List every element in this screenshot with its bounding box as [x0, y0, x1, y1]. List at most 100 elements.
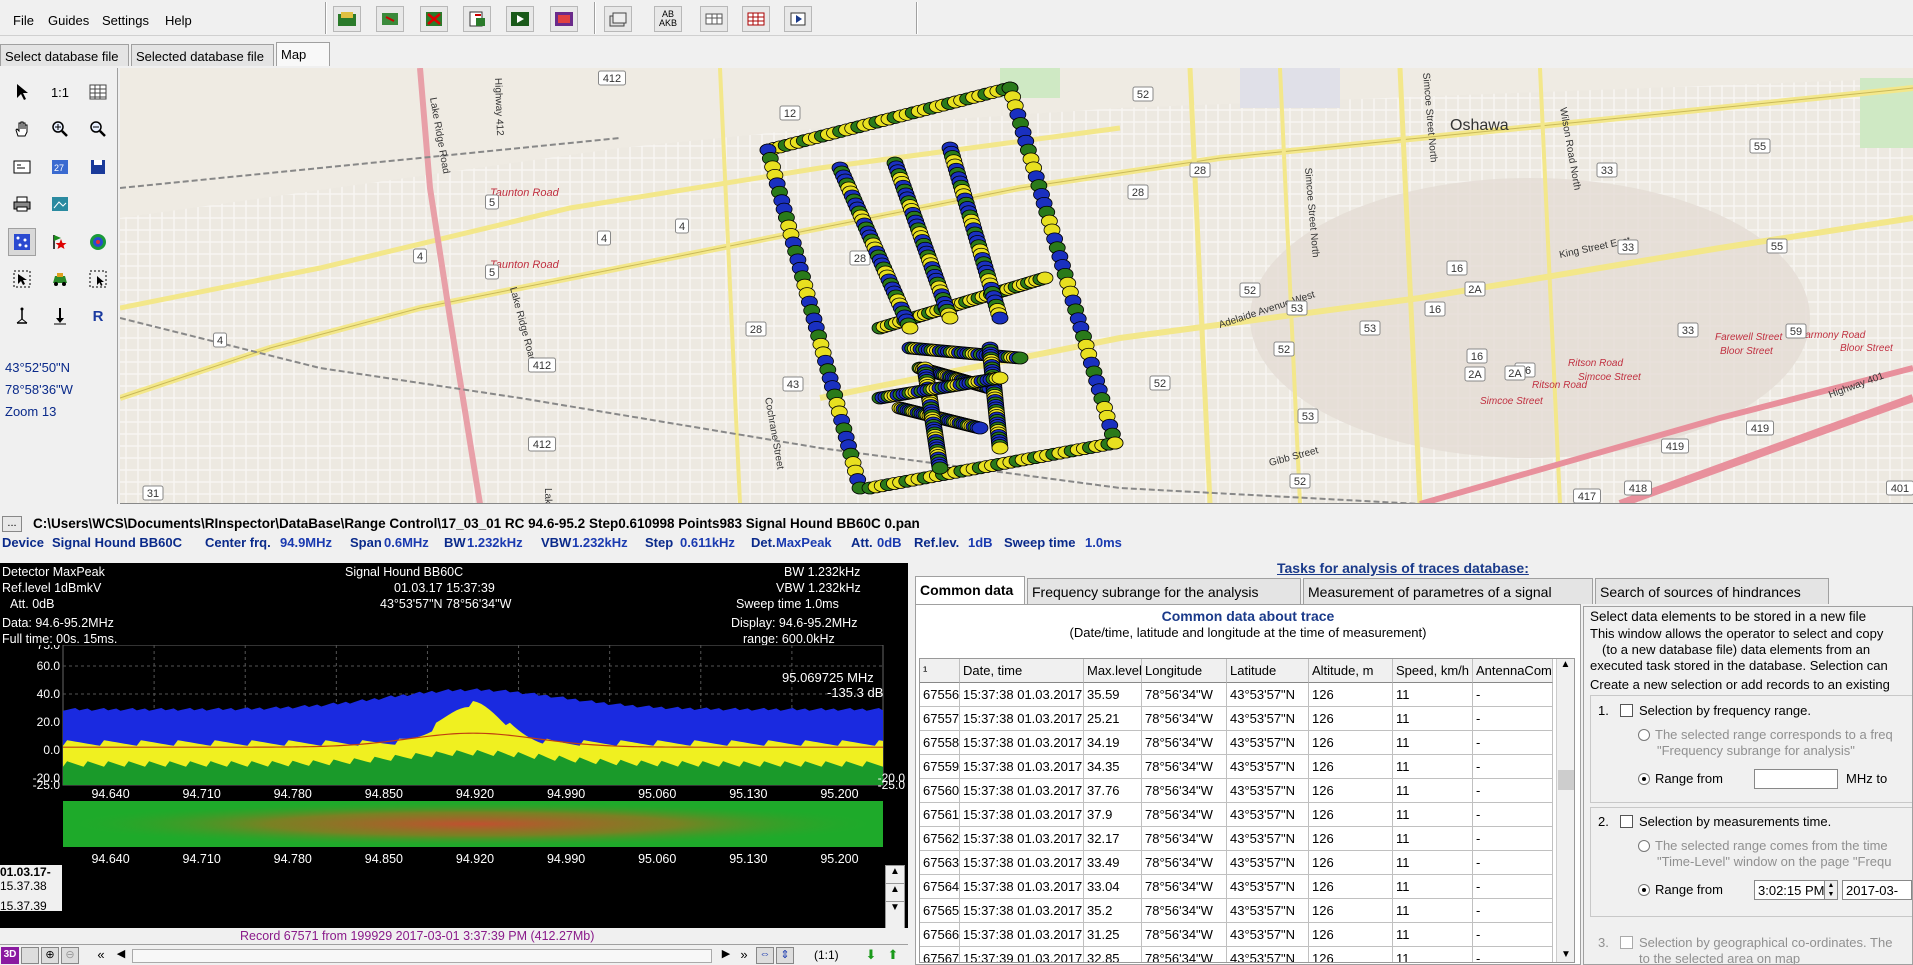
freq-from-input[interactable]	[1754, 769, 1838, 789]
pointer-icon[interactable]	[8, 78, 36, 106]
menu-guides[interactable]: Guides	[48, 13, 89, 28]
table-cell[interactable]: 11	[1393, 779, 1473, 803]
r-tool-button[interactable]: R	[84, 302, 112, 330]
table-cell[interactable]: 11	[1393, 899, 1473, 923]
freq-option-a[interactable]: The selected range corresponds to a freq	[1638, 727, 1893, 742]
table-cell[interactable]: 25.21	[1084, 707, 1142, 731]
table-cell[interactable]: 11	[1393, 875, 1473, 899]
select-arrow-icon[interactable]	[8, 265, 36, 293]
table-cell[interactable]: 11	[1393, 923, 1473, 947]
time-spinner-icon[interactable]: ▲ ▼	[1824, 881, 1837, 899]
fit-both-icon[interactable]: ⇕	[776, 947, 794, 964]
geo-checkbox[interactable]	[1620, 936, 1633, 949]
map-extent-icon[interactable]	[8, 153, 36, 181]
area-select-icon[interactable]	[84, 265, 112, 293]
frequency-selection-option[interactable]: Selection by frequency range.	[1620, 703, 1811, 718]
table-cell[interactable]: 43°53'57"N	[1227, 827, 1309, 851]
bearing-icon[interactable]	[46, 302, 74, 330]
table-cell[interactable]: 11	[1393, 755, 1473, 779]
record-slider[interactable]	[132, 949, 712, 963]
scroll-top-icon[interactable]: ▲	[886, 884, 904, 902]
table-icon[interactable]	[700, 6, 728, 32]
marker-star-icon[interactable]	[46, 228, 74, 256]
table-cell[interactable]: 78°56'34"W	[1142, 755, 1227, 779]
table-cell[interactable]: 43°53'57"N	[1227, 899, 1309, 923]
tab-measurement-parameters[interactable]: Measurement of parametres of a signal	[1303, 578, 1593, 604]
table-cell[interactable]: -	[1473, 755, 1553, 779]
run-step-icon[interactable]	[784, 6, 812, 32]
table-cell[interactable]: 43°53'57"N	[1227, 947, 1309, 962]
zoom-in-icon[interactable]	[46, 115, 74, 143]
table-scroll-down-icon[interactable]: ▼	[1557, 949, 1575, 960]
color-layer-icon[interactable]	[84, 228, 112, 256]
scale-1-1-button[interactable]: 1:1	[46, 78, 74, 106]
table-cell[interactable]: 37.76	[1084, 779, 1142, 803]
antenna-icon[interactable]	[8, 302, 36, 330]
delete-icon[interactable]	[420, 6, 448, 32]
table-cell[interactable]: -	[1473, 683, 1553, 707]
table-cell[interactable]: 126	[1309, 875, 1393, 899]
table-cell[interactable]: 35.59	[1084, 683, 1142, 707]
column-header[interactable]: ¹	[920, 659, 960, 683]
table-cell[interactable]: 43°53'57"N	[1227, 779, 1309, 803]
freq-option-b[interactable]: Range from	[1638, 771, 1723, 786]
zoom-icon[interactable]: ⊕	[41, 947, 59, 964]
spectrum-plot[interactable]: 75.060.040.020.00.0-20.0-25.0 -20.0-25.0 …	[0, 645, 908, 945]
tab-common-data[interactable]: Common data	[915, 576, 1025, 604]
table-cell[interactable]: 43°53'57"N	[1227, 923, 1309, 947]
table-cell[interactable]: 67561	[920, 803, 960, 827]
time-selection-option[interactable]: Selection by measurements time.	[1620, 814, 1831, 829]
table-cell[interactable]: 43°53'57"N	[1227, 731, 1309, 755]
table-cell[interactable]: 78°56'34"W	[1142, 803, 1227, 827]
table-cell[interactable]: 11	[1393, 947, 1473, 962]
column-header[interactable]: Max.level	[1084, 659, 1142, 683]
table-cell[interactable]: 43°53'57"N	[1227, 875, 1309, 899]
menu-settings[interactable]: Settings	[102, 13, 149, 28]
table-cell[interactable]: 67563	[920, 851, 960, 875]
table-cell[interactable]: 126	[1309, 779, 1393, 803]
table-cell[interactable]: 15:37:39 01.03.2017	[960, 947, 1084, 962]
table-cell[interactable]: 126	[1309, 827, 1393, 851]
table-cell[interactable]: 33.49	[1084, 851, 1142, 875]
table-cell[interactable]: 67560	[920, 779, 960, 803]
menu-file[interactable]: File	[13, 13, 34, 28]
table-cell[interactable]: 15:37:38 01.03.2017	[960, 923, 1084, 947]
time-checkbox[interactable]	[1620, 815, 1633, 828]
grid-chart-icon[interactable]	[742, 6, 770, 32]
table-cell[interactable]: -	[1473, 899, 1553, 923]
table-cell[interactable]: -	[1473, 707, 1553, 731]
tab-selected-database-file[interactable]: Selected database file	[131, 44, 274, 66]
table-cell[interactable]: 15:37:38 01.03.2017	[960, 683, 1084, 707]
table-cell[interactable]: 78°56'34"W	[1142, 827, 1227, 851]
column-header[interactable]: Longitude	[1142, 659, 1227, 683]
table-cell[interactable]: 11	[1393, 683, 1473, 707]
import-icon[interactable]	[376, 6, 404, 32]
tab-select-database-file[interactable]: Select database file	[0, 44, 129, 66]
map-properties-icon[interactable]: 27	[46, 153, 74, 181]
table-cell[interactable]: 78°56'34"W	[1142, 851, 1227, 875]
upload-icon[interactable]: ⬆	[884, 947, 902, 964]
table-cell[interactable]: 67562	[920, 827, 960, 851]
table-cell[interactable]: 33.04	[1084, 875, 1142, 899]
table-cell[interactable]: 78°56'34"W	[1142, 947, 1227, 962]
column-header[interactable]: Altitude, m	[1309, 659, 1393, 683]
print-icon[interactable]	[8, 190, 36, 218]
table-cell[interactable]: 11	[1393, 827, 1473, 851]
table-cell[interactable]: -	[1473, 851, 1553, 875]
table-scroll-thumb[interactable]	[1558, 770, 1574, 790]
minus-icon[interactable]: ⊖	[61, 947, 79, 964]
date-from-input[interactable]: 2017-03-	[1842, 880, 1912, 900]
pan-hand-icon[interactable]	[8, 115, 36, 143]
table-cell[interactable]: 78°56'34"W	[1142, 683, 1227, 707]
table-cell[interactable]: 126	[1309, 755, 1393, 779]
download-icon[interactable]: ⬇	[862, 947, 880, 964]
table-cell[interactable]: 15:37:38 01.03.2017	[960, 731, 1084, 755]
table-cell[interactable]: 15:37:38 01.03.2017	[960, 803, 1084, 827]
table-cell[interactable]: 67558	[920, 731, 960, 755]
scroll-up-icon[interactable]: ▲	[886, 866, 904, 884]
table-cell[interactable]: 11	[1393, 803, 1473, 827]
table-cell[interactable]: -	[1473, 731, 1553, 755]
table-cell[interactable]: 67564	[920, 875, 960, 899]
table-cell[interactable]: 15:37:38 01.03.2017	[960, 899, 1084, 923]
table-cell[interactable]: 67566	[920, 923, 960, 947]
